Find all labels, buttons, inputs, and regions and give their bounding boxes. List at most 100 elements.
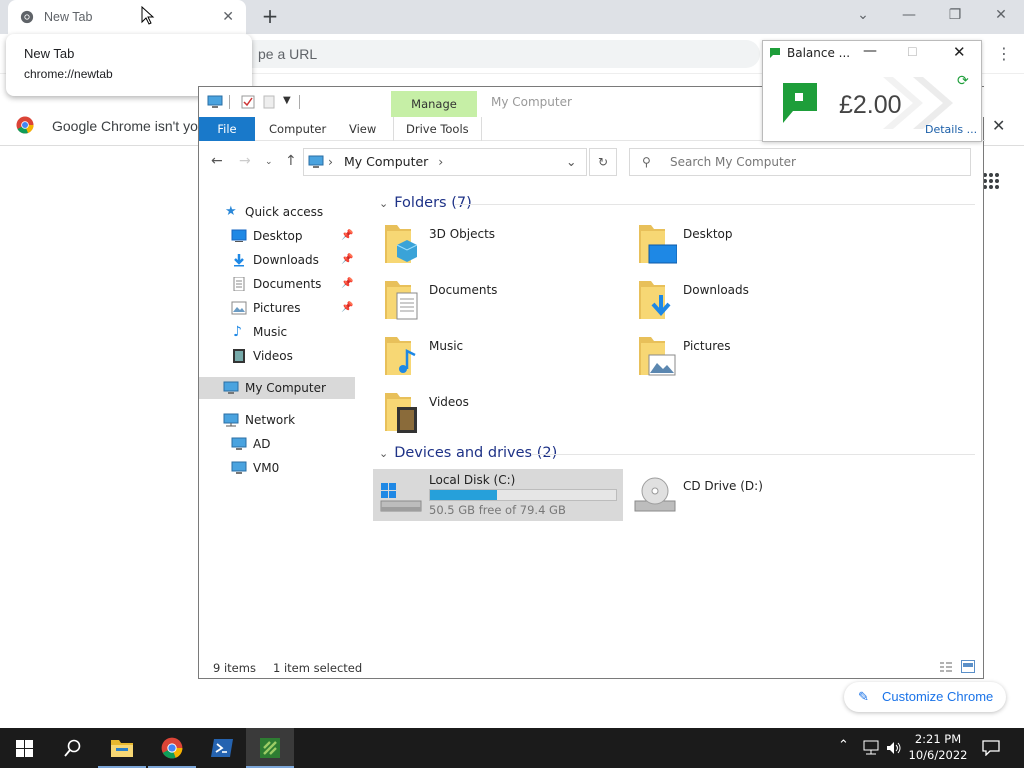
drive-c-tile[interactable]: Local Disk (C:) 50.5 GB free of 79.4 GB: [373, 469, 623, 521]
folder-label[interactable]: Music: [429, 339, 463, 353]
nav-downloads[interactable]: Downloads 📌: [199, 249, 355, 271]
start-button[interactable]: [0, 728, 48, 768]
taskbar-chrome[interactable]: [148, 728, 196, 768]
folder-desktop[interactable]: [637, 221, 687, 267]
folder-pictures[interactable]: [637, 333, 687, 379]
nav-desktop[interactable]: Desktop 📌: [199, 225, 355, 247]
view-tab[interactable]: View: [349, 117, 376, 141]
nav-vm0[interactable]: VM0: [199, 457, 355, 479]
nav-pictures[interactable]: Pictures 📌: [199, 297, 355, 319]
system-clock[interactable]: 2:21 PM 10/6/2022: [906, 731, 970, 763]
pin-icon[interactable]: 📌: [341, 273, 353, 295]
search-button[interactable]: [48, 728, 96, 768]
breadcrumb[interactable]: My Computer: [344, 154, 428, 169]
address-bar[interactable]: › My Computer › ⌄: [303, 148, 587, 176]
manage-tab[interactable]: Manage: [391, 91, 477, 117]
new-tab-button[interactable]: +: [258, 4, 282, 28]
drive-d-tile[interactable]: CD Drive (D:): [629, 469, 879, 521]
properties-icon[interactable]: [241, 95, 255, 109]
chrome-menu-icon[interactable]: ⋮: [996, 44, 1012, 63]
folder-3d-objects[interactable]: [383, 221, 433, 267]
document-icon: [233, 277, 245, 291]
pin-icon[interactable]: 📌: [341, 225, 353, 247]
infobar-close-icon[interactable]: ✕: [992, 116, 1005, 135]
action-center-icon[interactable]: [982, 740, 1000, 756]
devices-group-header[interactable]: ⌄ Devices and drives (2): [379, 445, 557, 461]
computer-tab[interactable]: Computer: [269, 117, 326, 141]
restore-button[interactable]: ❐: [932, 0, 978, 30]
taskbar-balance-app[interactable]: [246, 728, 294, 768]
nav-network[interactable]: Network: [199, 409, 355, 431]
up-arrow-icon[interactable]: ↑: [285, 153, 297, 169]
folder-music[interactable]: [383, 333, 433, 379]
clock-date: 10/6/2022: [908, 748, 968, 762]
nav-videos[interactable]: Videos: [199, 345, 355, 367]
search-input[interactable]: ⚲ Search My Computer: [629, 148, 971, 176]
refresh-icon[interactable]: ⟳: [957, 73, 969, 89]
nav-documents[interactable]: Documents 📌: [199, 273, 355, 295]
close-button[interactable]: ✕: [978, 0, 1024, 30]
nav-music[interactable]: ♪ Music: [199, 321, 355, 343]
file-tab[interactable]: File: [199, 117, 255, 141]
folder-label[interactable]: Pictures: [683, 339, 731, 353]
film-icon: [233, 349, 245, 363]
tab-search-icon[interactable]: ⌄: [840, 0, 886, 30]
minimize-button[interactable]: —: [863, 43, 877, 59]
windows-logo-icon: [16, 740, 33, 757]
downloads-folder-icon: [639, 281, 671, 319]
customize-qat-icon[interactable]: ▼: [283, 95, 291, 106]
folder-label[interactable]: 3D Objects: [429, 227, 495, 241]
nav-ad[interactable]: AD: [199, 433, 355, 455]
details-view-icon[interactable]: [939, 661, 953, 673]
drive-c-free: 50.5 GB free of 79.4 GB: [429, 503, 566, 517]
back-arrow-icon[interactable]: ←: [211, 153, 223, 169]
search-icon: [64, 739, 81, 757]
taskbar-powershell[interactable]: [198, 728, 246, 768]
balance-app-icon: [770, 48, 780, 58]
group-label: Folders (7): [394, 195, 472, 211]
breadcrumb-chevron-icon[interactable]: ›: [438, 154, 443, 169]
forward-arrow-icon[interactable]: →: [239, 153, 251, 169]
address-dropdown-icon[interactable]: ⌄: [566, 149, 576, 175]
star-icon: ★: [225, 204, 237, 219]
drive-tools-tab[interactable]: Drive Tools: [393, 117, 482, 141]
taskbar-file-explorer[interactable]: [98, 728, 146, 768]
recent-locations-icon[interactable]: ⌄: [265, 157, 273, 167]
divider: [455, 204, 975, 205]
network-icon: [223, 413, 239, 427]
folder-videos[interactable]: [383, 389, 433, 435]
nav-my-computer[interactable]: My Computer: [199, 377, 355, 399]
large-icons-view-icon[interactable]: [961, 660, 975, 673]
customize-chrome-button[interactable]: ✎ Customize Chrome: [844, 682, 1006, 712]
refresh-button[interactable]: ↻: [589, 148, 617, 176]
close-button[interactable]: ✕: [953, 43, 966, 61]
folder-documents[interactable]: [383, 277, 433, 323]
mouse-cursor-icon: [141, 6, 155, 25]
taskbar: ⌃ 2:21 PM 10/6/2022: [0, 728, 1024, 768]
divider: [531, 454, 975, 455]
omnibox[interactable]: pe a URL: [200, 40, 760, 68]
new-folder-icon[interactable]: [263, 95, 275, 109]
network-status-icon[interactable]: [862, 740, 880, 756]
chat-bubble-logo-icon: [783, 83, 817, 123]
folder-downloads[interactable]: [637, 277, 687, 323]
pictures-folder-icon: [639, 337, 676, 376]
folders-group-header[interactable]: ⌄ Folders (7): [379, 195, 472, 211]
pin-icon[interactable]: 📌: [341, 297, 353, 319]
folder-label[interactable]: Documents: [429, 283, 497, 297]
nav-label: Music: [253, 325, 288, 339]
nav-label: Pictures: [253, 301, 301, 315]
tab-close-icon[interactable]: ✕: [222, 9, 234, 25]
minimize-button[interactable]: —: [886, 0, 932, 30]
videos-folder-icon: [385, 393, 417, 433]
maximize-button[interactable]: ☐: [907, 45, 918, 59]
folder-label[interactable]: Downloads: [683, 283, 749, 297]
volume-icon[interactable]: [886, 740, 902, 756]
tab-new-tab[interactable]: New Tab ✕: [8, 0, 246, 34]
pin-icon[interactable]: 📌: [341, 249, 353, 271]
show-hidden-icons-icon[interactable]: ⌃: [838, 738, 849, 753]
folder-label[interactable]: Desktop: [683, 227, 733, 241]
details-link[interactable]: Details ...: [925, 123, 977, 136]
nav-quick-access[interactable]: ★ Quick access: [199, 201, 355, 223]
folder-label[interactable]: Videos: [429, 395, 469, 409]
